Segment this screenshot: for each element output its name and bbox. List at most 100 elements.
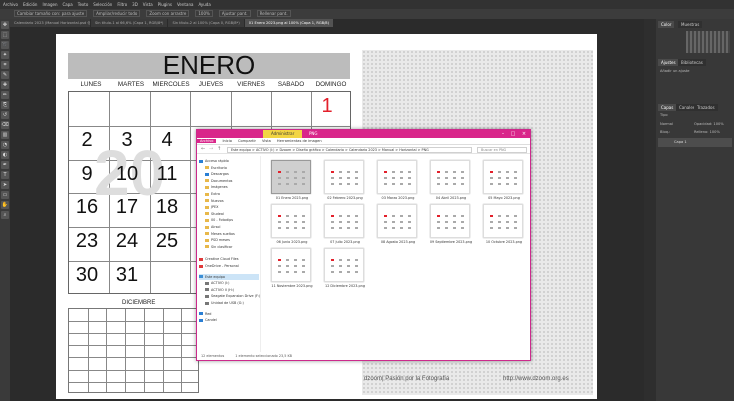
file-item[interactable]: 10 Octubre 2023.png [479,204,529,249]
nav-item[interactable]: Studeal [199,211,224,217]
nav-item[interactable]: Unidad de USB (G:) [199,300,244,306]
nav-item[interactable]: Imágenes [199,184,228,190]
nav-item[interactable]: PSD meses [199,237,230,243]
option-button[interactable]: Ampliar/reducir todo [93,10,141,17]
path-select-icon[interactable]: ➤ [1,181,9,189]
option-button[interactable]: 100% [195,10,213,17]
file-item[interactable]: 07 Julio 2023.png [320,204,370,249]
menu-item[interactable]: Vista [143,2,153,7]
nav-item[interactable]: 00 - Fotodips [199,217,233,223]
file-item[interactable]: 08 Agosto 2023.png [373,204,423,249]
panel-tab[interactable]: Capas [658,104,677,111]
explorer-titlebar[interactable]: Administrar PNG – □ × [197,130,530,138]
nav-item[interactable]: Este equipo [199,273,259,280]
menu-item[interactable]: Texto [78,2,89,7]
nav-item[interactable]: Seagate Expansion Drive (F:) [199,293,260,299]
file-explorer-window[interactable]: Administrar PNG – □ × Archivo Inicio Compa… [196,129,531,361]
panel-tab[interactable]: Color [658,21,675,28]
menu-item[interactable]: Archivo [3,2,18,7]
file-item[interactable]: 03 Marzo 2023.png [373,160,423,205]
nav-item[interactable]: ACTIVO (I:) [199,280,230,286]
nav-item[interactable]: Meses sueltos [199,231,235,237]
zoom-tool-icon[interactable]: ⌕ [1,211,9,219]
history-brush-icon[interactable]: ↺ [1,111,9,119]
file-item[interactable]: 02 Febrero 2023.png [320,160,370,205]
manage-tab[interactable]: Administrar [263,130,303,138]
document-tab[interactable]: Calendario 2023 (Manual Horizontal.psd @… [10,19,90,27]
menu-item[interactable]: Ventana [177,2,193,7]
panel-tab[interactable]: Muestras [678,21,703,28]
ribbon-tab[interactable]: Archivo [197,139,217,143]
quick-select-icon[interactable]: ✦ [1,51,9,59]
nav-item[interactable]: Airsol [199,224,220,230]
marquee-tool-icon[interactable]: ⬚ [1,31,9,39]
ribbon-tab[interactable]: Inicio [222,139,232,143]
shape-tool-icon[interactable]: ▭ [1,191,9,199]
nav-item[interactable]: OneDrive - Personal [199,263,239,269]
menu-item[interactable]: Imagen [42,2,57,7]
nav-item[interactable]: Nuevos [199,198,224,204]
file-item[interactable]: 01 Enero 2023.png [267,160,317,205]
option-button[interactable]: Zoom con arrastre [146,10,190,17]
option-button[interactable]: Ajustar pant. [218,10,251,17]
menu-item[interactable]: 3D [132,2,138,7]
address-input[interactable]: Este equipo > ACTIVO (I:) > Dzoom > Dise… [227,147,472,153]
file-item[interactable]: 09 Septiembre 2023.png [426,204,476,249]
menu-item[interactable]: Capa [63,2,73,7]
ribbon-tab[interactable]: Vista [262,139,271,143]
panel-tab[interactable]: Trazados [694,104,718,111]
blur-icon[interactable]: ◔ [1,141,9,149]
menu-item[interactable]: Edición [23,2,37,7]
nav-item[interactable]: Documentos [199,178,232,184]
nav-item[interactable]: Sin clasificar [199,244,232,250]
dodge-icon[interactable]: ◐ [1,151,9,159]
file-item[interactable]: 06 Junio 2023.png [267,204,317,249]
forward-arrow-icon[interactable]: → [209,146,213,152]
hand-tool-icon[interactable]: ✋ [1,201,9,209]
type-tool-icon[interactable]: T [1,171,9,179]
menu-item[interactable]: Filtro [117,2,127,7]
nav-item[interactable]: Escritorio [199,165,227,171]
menu-item[interactable]: Selección [93,2,112,7]
file-item[interactable]: 11 Noviembre 2023.png [267,248,317,293]
search-input[interactable]: Buscar en PNG [477,147,527,153]
document-tab[interactable]: Sin título-2 al 100% (Capa 0, RGB/8*) [168,19,244,27]
menu-item[interactable]: Plugins [158,2,172,7]
nav-item[interactable]: JPEX [199,204,219,210]
ribbon-tab[interactable]: Herramientas de imagen [277,139,322,143]
panel-tab[interactable]: Ajustes [658,59,679,66]
file-item[interactable]: 12 Diciembre 2023.png [320,248,370,293]
file-item[interactable]: 05 Mayo 2023.png [479,160,529,205]
close-icon[interactable]: × [519,130,529,138]
brush-tool-icon[interactable]: ✏ [1,91,9,99]
nav-item[interactable]: ACTIVO II (H:) [199,287,234,293]
healing-brush-icon[interactable]: ✚ [1,81,9,89]
back-arrow-icon[interactable]: ← [201,146,205,152]
minimize-icon[interactable]: – [498,130,508,138]
nav-item[interactable]: Descargas [199,171,229,177]
crop-tool-icon[interactable]: ⌗ [1,61,9,69]
nav-item[interactable]: Candel [199,317,217,323]
eraser-icon[interactable]: ⌫ [1,121,9,129]
option-button[interactable]: Rellenar pant. [256,10,291,17]
move-tool-icon[interactable]: ✥ [1,21,9,29]
ribbon-tab[interactable]: Compartir [238,139,256,143]
lasso-tool-icon[interactable]: ➰ [1,41,9,49]
document-tab[interactable]: Sin título-1 al 66,6% (Capa 1, RGB/8*) [91,19,168,27]
nav-item[interactable]: Creative Cloud Files [199,256,239,262]
eyedropper-icon[interactable]: ✎ [1,71,9,79]
file-item[interactable]: 04 Abril 2023.png [426,160,476,205]
nav-item[interactable]: Extra [199,191,220,197]
layer-row[interactable]: Capa 1 [658,138,732,147]
panel-tab[interactable]: Bibliotecas [678,59,706,66]
clone-stamp-icon[interactable]: ⎘ [1,101,9,109]
option-button[interactable]: Cambiar tamaño con: para ajuste [14,10,88,17]
document-tab[interactable]: 01 Enero 2023.png al 100% (Capa 1, RGB/8… [244,19,333,27]
gradient-icon[interactable]: ▥ [1,131,9,139]
nav-item[interactable]: Red [199,311,211,317]
nav-item[interactable]: Acceso rápido [199,158,229,164]
up-arrow-icon[interactable]: ↑ [217,146,221,152]
maximize-icon[interactable]: □ [508,130,518,138]
pen-tool-icon[interactable]: ✒ [1,161,9,169]
menu-item[interactable]: Ayuda [198,2,210,7]
